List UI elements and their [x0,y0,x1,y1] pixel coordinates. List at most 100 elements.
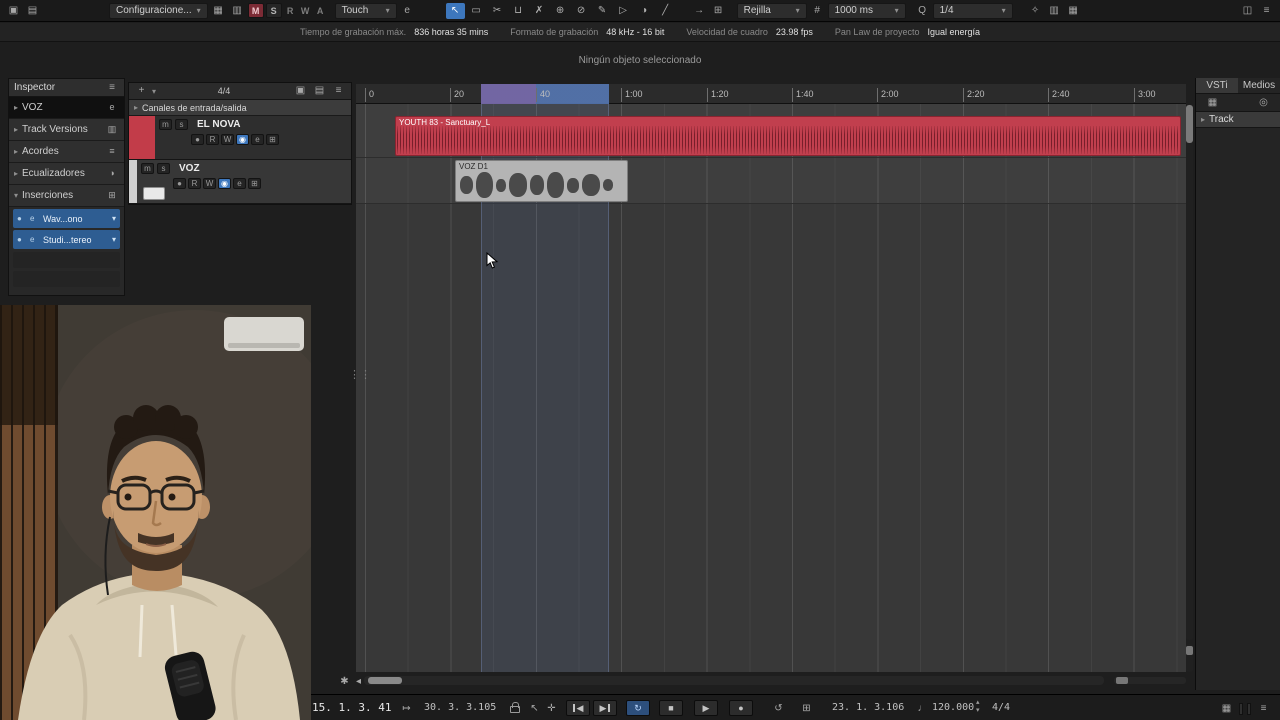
goto-next-marker-button[interactable]: ▶ [593,700,617,716]
zoom-tool[interactable]: ⊕ [551,3,570,19]
mute-button[interactable]: m [141,163,154,174]
automation-write-all-button[interactable]: W [299,6,312,16]
insert-slot-empty[interactable] [13,252,120,268]
record-button[interactable]: ● [729,700,753,716]
stepper-down-icon[interactable]: ▾ [976,707,980,715]
mute-button[interactable]: m [159,119,172,130]
inspector-section-track-versions[interactable]: ▸ Track Versions ▥ [9,119,124,141]
secondary-time-display[interactable]: 30. 3. 3.105 [424,702,496,713]
line-tool[interactable]: ╱ [656,3,675,19]
stepper-up-icon[interactable]: ▴ [976,699,980,707]
toolbar-setup-dropdown[interactable]: Configuracione... ▾ [109,2,208,19]
color-tool[interactable]: ◑ [635,3,654,19]
inspector-section-ecualizadores[interactable]: ▸ Ecualizadores ◑ [9,163,124,185]
mixer-icon[interactable]: ▦ [1065,3,1082,18]
instrument-rack-icon[interactable]: ▦ [1204,95,1221,110]
play-tool[interactable]: ▷ [614,3,633,19]
automation-mode-dropdown[interactable]: Touch ▾ [334,2,397,19]
record-arm-button[interactable]: ● [191,134,204,145]
insert-edit-icon[interactable]: e [30,235,39,244]
inspector-section-inserciones[interactable]: ▾ Inserciones ⊞ [9,185,124,207]
quantize-length-dropdown[interactable]: 1000 ms ▾ [827,2,906,19]
punch-icon[interactable]: ⊞ [798,701,815,716]
midi-keyboard-icon[interactable]: ▦ [1218,701,1235,716]
track-fader-box[interactable] [143,187,165,200]
erase-tool[interactable]: ✗ [530,3,549,19]
insert-power-icon[interactable]: ● [17,214,26,223]
global-mute-button[interactable]: M [247,3,264,18]
automation-read-button[interactable]: R [206,134,219,145]
edit-channel-button[interactable]: e [251,134,264,145]
track-list-menu-icon[interactable]: ≡ [330,84,347,99]
project-setup-icon[interactable]: ▦ [210,3,227,18]
track-controls-icon[interactable]: ▤ [311,84,328,99]
pointer-icon[interactable]: ↖ [526,701,543,716]
right-zone-toggle-icon[interactable]: ◫ [1239,3,1256,18]
track-filter-icon[interactable]: ▾ [152,87,156,96]
track-visibility-icon[interactable]: ▣ [292,84,309,99]
quantize-hash-icon[interactable]: # [809,3,826,18]
panel-divider-handle[interactable]: ⋮⋮ [349,370,371,381]
record-arm-button[interactable]: ● [173,178,186,189]
insert-slot-2[interactable]: ● e Studi...tereo ▾ [13,230,120,249]
quantize-preset-dropdown[interactable]: 1/4 ▾ [932,2,1013,19]
play-button[interactable]: ▶ [694,700,718,716]
search-icon[interactable]: ◎ [1255,95,1272,110]
vertical-zoom-thumb[interactable] [1186,646,1193,655]
solo-button[interactable]: s [175,119,188,130]
cycle-button[interactable]: ↻ [626,700,650,716]
object-selection-tool[interactable]: ↖ [445,2,465,19]
mute-tool[interactable]: ⊘ [572,3,591,19]
goto-previous-marker-button[interactable]: ◀ [566,700,590,716]
tempo-stepper[interactable]: ▴ ▾ [976,699,980,715]
automation-write-button[interactable]: W [221,134,234,145]
range-selection-tool[interactable]: ▭ [467,3,486,19]
folder-caret-icon[interactable]: ▸ [134,103,138,112]
track-row-voz[interactable]: m s VOZ ● R W ◉ e ⊞ [129,160,351,204]
right-locator-display[interactable]: 23. 1. 3.106 [832,702,904,713]
tab-vsti[interactable]: VSTi [1196,78,1238,93]
vsti-rack-track-row[interactable]: ▸ Track [1196,112,1280,128]
split-tool[interactable]: ✂ [488,3,507,19]
show-lanes-button[interactable]: ⊞ [248,178,261,189]
inspector-section-acordes[interactable]: ▸ Acordes ≡ [9,141,124,163]
insert-slot-1[interactable]: ● e Wav...ono ▾ [13,209,120,228]
monitor-button[interactable]: ◉ [218,178,231,189]
inspector-menu-icon[interactable]: ≡ [105,80,119,95]
tab-medios[interactable]: Medios [1238,78,1280,93]
time-jump-icon[interactable]: ↦ [398,701,415,716]
activate-project-icon[interactable]: ▣ [5,3,22,18]
horizontal-zoom-thumb[interactable] [1116,677,1128,684]
snap-icon[interactable]: ⊞ [710,3,727,18]
io-channels-folder-row[interactable]: ▸ Canales de entrada/salida [129,100,351,116]
horizontal-scrollbar[interactable] [364,676,1104,685]
draw-tool[interactable]: ✎ [593,3,612,19]
time-signature-display[interactable]: 4/4 [992,702,1010,713]
edit-channel-button[interactable]: e [233,178,246,189]
global-solo-button[interactable]: S [265,3,282,18]
show-lanes-button[interactable]: ⊞ [266,134,279,145]
vertical-scroll-thumb[interactable] [1186,105,1193,143]
edit-channel-icon[interactable]: e [399,3,416,18]
vertical-scrollbar[interactable] [1186,104,1193,640]
grid-type-dropdown[interactable]: Rejilla ▾ [736,2,807,19]
track-row-el-nova[interactable]: m s EL NOVA ● R W ◉ e ⊞ [129,116,351,160]
audio-event-youth[interactable]: YOUTH 83 - Sanctuary_L [395,116,1181,156]
autoscroll-icon[interactable]: → [691,3,708,18]
retrospective-record-icon[interactable]: ↺ [770,701,787,716]
insert-edit-icon[interactable]: e [30,214,39,223]
audio-event-voz[interactable]: VOZ D1 [455,160,628,202]
transport-menu-icon[interactable]: ≡ [1255,701,1272,716]
lock-icon[interactable] [510,702,520,713]
toolbar-options-icon[interactable]: ≡ [1258,3,1275,18]
automation-read-all-button[interactable]: R [284,6,297,16]
workspace-icon[interactable]: ▤ [24,3,41,18]
track-lanes[interactable]: YOUTH 83 - Sanctuary_L VOZ D1 [356,104,1186,672]
monitor-button[interactable]: ◉ [236,134,249,145]
window-zones-icon[interactable]: ▥ [229,3,246,18]
edit-channel-icon[interactable]: e [105,100,119,115]
time-signature-display[interactable]: 4/4 [218,86,231,96]
track-name[interactable]: EL NOVA [197,119,241,130]
tempo-note-icon[interactable]: ♩ [914,701,931,716]
primary-time-display[interactable]: 15. 1. 3. 41 [312,701,391,714]
